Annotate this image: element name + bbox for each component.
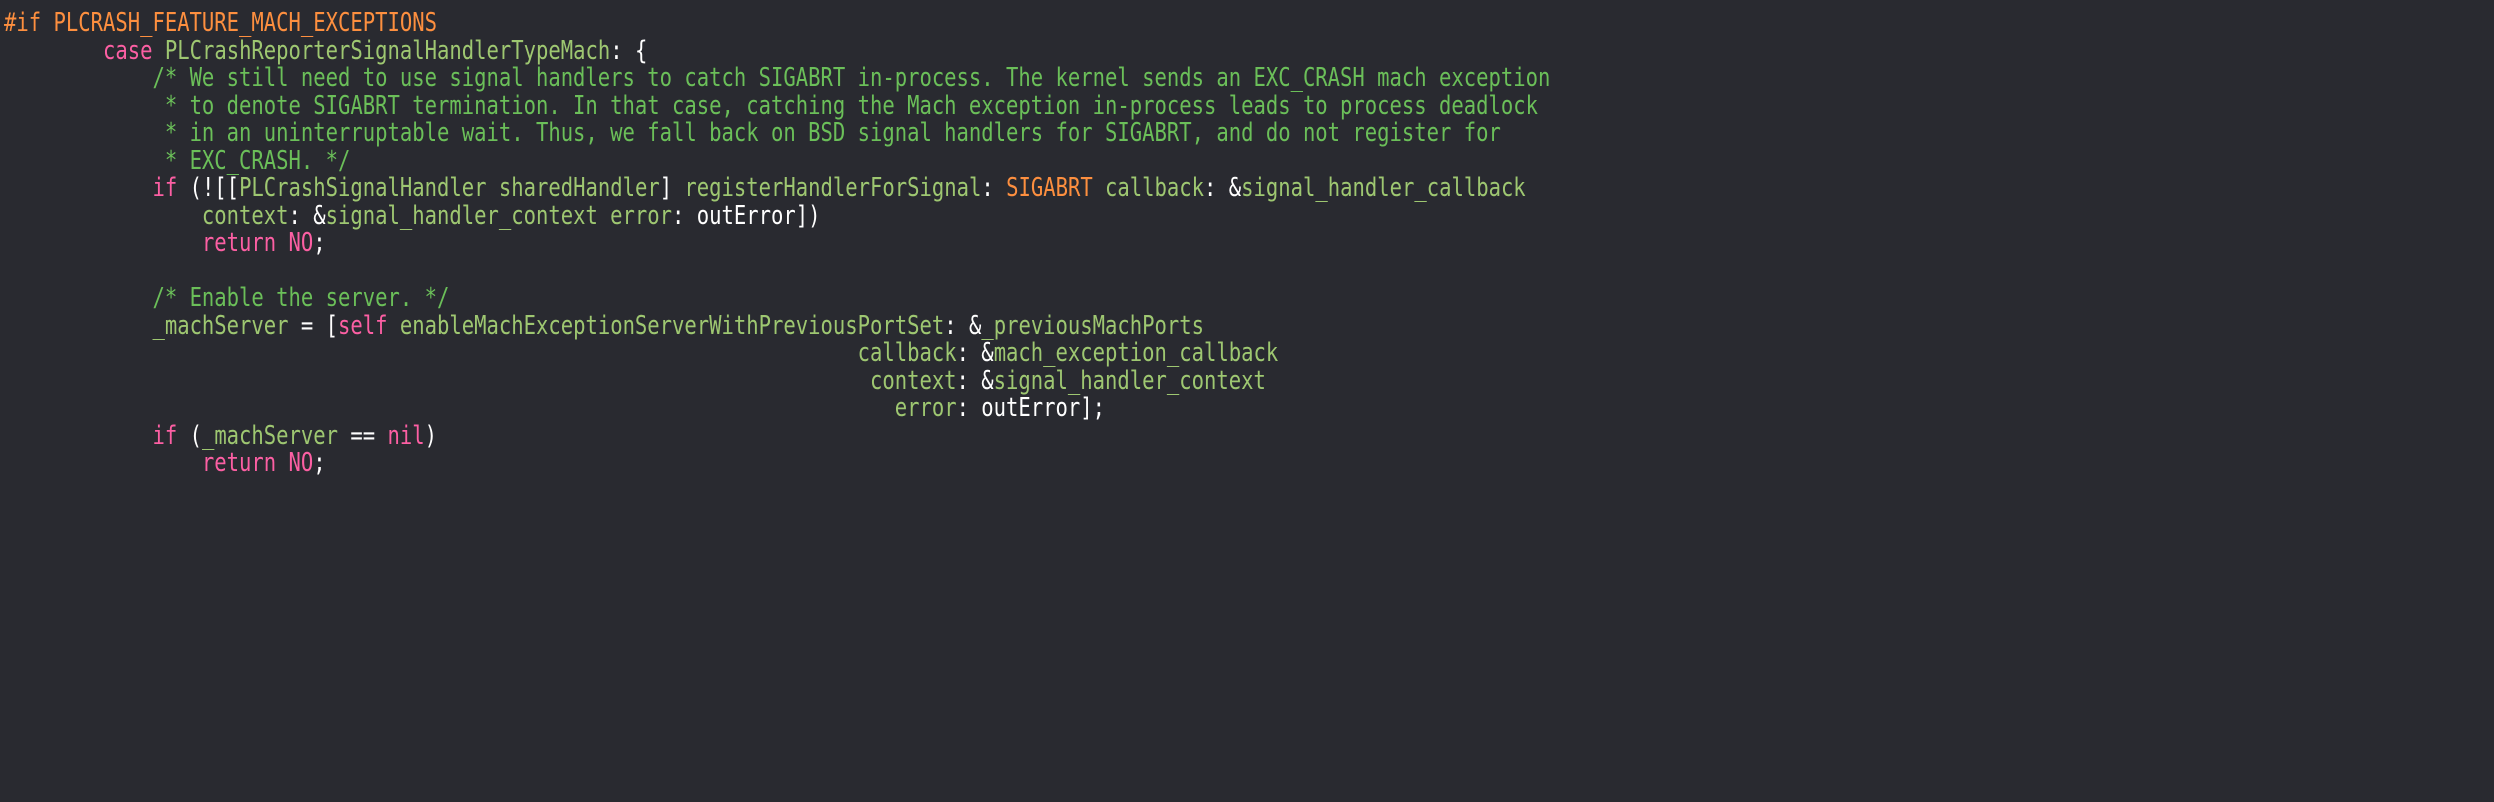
code-editor[interactable]: #if PLCRASH_FEATURE_MACH_EXCEPTIONS case… — [0, 0, 2494, 802]
code-token-type: PLCrashSignalHandler — [239, 173, 487, 203]
code-token-plain: : & — [1204, 173, 1242, 203]
code-line: return NO; — [4, 448, 326, 478]
code-token-comment: * to denote SIGABRT termination. In that… — [152, 90, 1538, 121]
code-line: if (_machServer == nil) — [4, 420, 438, 451]
code-token-keyword: return NO — [201, 448, 314, 478]
code-token-func: context — [869, 365, 957, 396]
code-token-comment: * in an uninterruptable wait. Thus, we f… — [152, 118, 1501, 148]
code-token-keyword: self — [338, 310, 388, 341]
code-line: callback: &mach_exception_callback — [4, 338, 1279, 368]
code-token-plain: : & — [288, 200, 326, 231]
code-token-func: signal_handler_callback — [1241, 173, 1526, 203]
code-line: * in an uninterruptable wait. Thus, we f… — [4, 118, 1501, 148]
code-token-plain: ) — [424, 420, 438, 451]
code-token-plain: : & — [956, 338, 994, 368]
code-line: _machServer = [self enableMachExceptionS… — [4, 310, 1205, 341]
code-line: case PLCrashReporterSignalHandlerTypeMac… — [4, 35, 648, 66]
code-token-func: context — [201, 200, 289, 231]
code-token-plain: == — [338, 420, 388, 451]
code-line: context: &signal_handler_context error: … — [4, 200, 821, 231]
code-token-plain: = [ — [288, 310, 339, 341]
code-token-func: error — [894, 393, 957, 423]
code-line: return NO; — [4, 228, 326, 258]
code-token-plain: : outError]; — [956, 393, 1106, 423]
code-line: /* Enable the server. */ — [4, 283, 450, 313]
code-token-plain: : { — [610, 35, 648, 66]
code-token-func: callback — [857, 338, 957, 368]
code-token-plain: (![[ — [177, 173, 240, 203]
code-token-func: registerHandlerForSignal — [684, 173, 982, 203]
code-token-plain: : & — [956, 365, 994, 396]
code-line: * EXC_CRASH. */ — [4, 145, 351, 176]
code-line: if (![[PLCrashSignalHandler sharedHandle… — [4, 173, 1526, 203]
code-token-keyword: case — [102, 35, 165, 66]
code-token-plain: ; — [313, 228, 326, 258]
code-token-keyword: if — [152, 420, 178, 451]
code-token-plain: ( — [177, 420, 202, 451]
code-token-func: error — [610, 200, 673, 231]
code-token-keyword: return NO — [201, 228, 314, 258]
code-token-func: signal_handler_context — [993, 365, 1266, 396]
code-line: error: outError]; — [4, 393, 1106, 423]
code-token-type: PLCrashReporterSignalHandlerTypeMach — [164, 35, 611, 66]
code-token-macro: SIGABRT — [1006, 173, 1093, 203]
code-token-plain: : outError]) — [672, 200, 821, 231]
code-token-keyword: if — [152, 173, 178, 203]
code-line: /* We still need to use signal handlers … — [4, 63, 1551, 93]
code-token-plain: : — [981, 173, 1007, 203]
code-line: #if PLCRASH_FEATURE_MACH_EXCEPTIONS — [4, 8, 437, 38]
code-token-func: _previousMachPorts — [981, 310, 1205, 341]
code-line: * to denote SIGABRT termination. In that… — [4, 90, 1538, 121]
code-token-func: sharedHandler — [498, 173, 660, 203]
code-token-keyword: nil — [387, 420, 425, 451]
code-token-func: enableMachExceptionServerWithPreviousPor… — [399, 310, 945, 341]
code-token-comment: /* Enable the server. */ — [152, 283, 450, 313]
code-token-func: _machServer — [201, 420, 339, 451]
code-token-func: mach_exception_callback — [993, 338, 1279, 368]
code-token-plain: : & — [944, 310, 982, 341]
code-token-plain: ] — [659, 173, 685, 203]
code-token-func: signal_handler_context — [325, 200, 598, 231]
code-token-func: callback — [1105, 173, 1205, 203]
code-token-func: _machServer — [152, 310, 289, 341]
code-token-plain: ; — [313, 448, 326, 478]
code-line: context: &signal_handler_context — [4, 365, 1266, 396]
code-token-comment: /* We still need to use signal handlers … — [152, 63, 1551, 93]
code-token-comment: * EXC_CRASH. */ — [152, 145, 351, 176]
code-token-macro: #if PLCRASH_FEATURE_MACH_EXCEPTIONS — [4, 8, 437, 38]
